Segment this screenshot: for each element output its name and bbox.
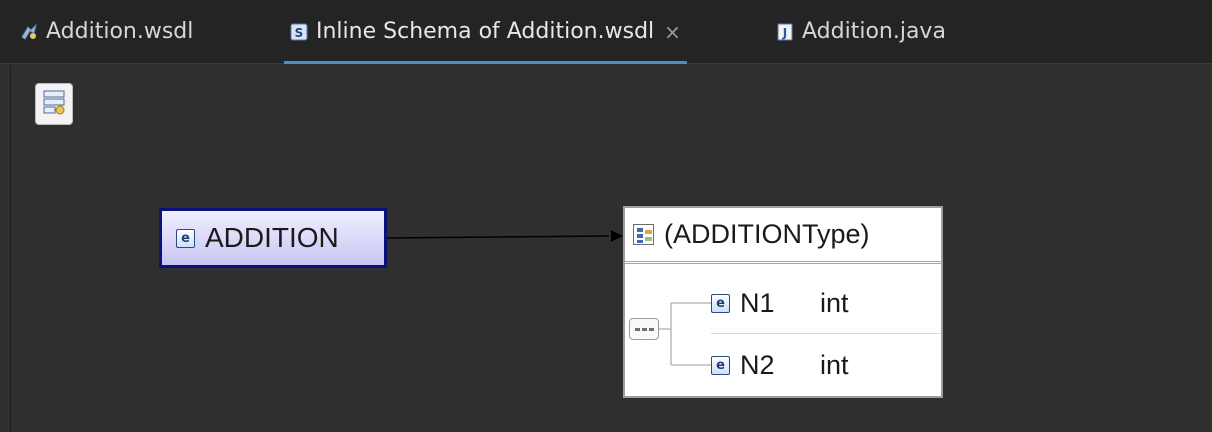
element-icon: e xyxy=(711,355,730,375)
close-icon[interactable]: × xyxy=(664,22,681,42)
complex-type-box[interactable]: (ADDITIONType) e N1 int e N2 int xyxy=(623,206,943,398)
element-addition[interactable]: e ADDITION xyxy=(159,208,387,268)
svg-text:S: S xyxy=(295,26,304,40)
field-divider xyxy=(711,333,941,334)
editor-tab-bar: Addition.wsdl S Inline Schema of Additio… xyxy=(0,0,1212,64)
java-file-icon: J xyxy=(776,23,794,41)
tab-addition-wsdl[interactable]: Addition.wsdl xyxy=(20,0,193,64)
element-icon: e xyxy=(176,228,195,248)
tab-label: Inline Schema of Addition.wsdl xyxy=(316,19,655,44)
tab-label: Addition.wsdl xyxy=(46,19,194,44)
field-row-n2[interactable]: e N2 int xyxy=(711,340,941,390)
element-icon: e xyxy=(711,293,730,313)
tab-addition-java[interactable]: J Addition.java xyxy=(776,0,946,64)
tab-inline-schema[interactable]: S Inline Schema of Addition.wsdl × xyxy=(284,0,687,64)
field-type: int xyxy=(820,349,849,380)
schema-editor-window: Addition.wsdl S Inline Schema of Additio… xyxy=(0,0,1212,432)
svg-text:J: J xyxy=(782,26,787,40)
element-label: ADDITION xyxy=(205,222,339,253)
field-name: N1 xyxy=(740,287,775,318)
tab-label: Addition.java xyxy=(802,19,946,44)
wsdl-file-icon xyxy=(20,23,38,41)
field-type: int xyxy=(820,287,849,318)
field-row-n1[interactable]: e N1 int xyxy=(711,278,941,328)
design-canvas[interactable]: e ADDITION (ADDITIONType) e N1 int e N2 … xyxy=(10,65,1212,432)
schema-file-icon: S xyxy=(290,23,308,41)
field-name: N2 xyxy=(740,349,775,380)
sequence-icon[interactable] xyxy=(629,318,659,340)
